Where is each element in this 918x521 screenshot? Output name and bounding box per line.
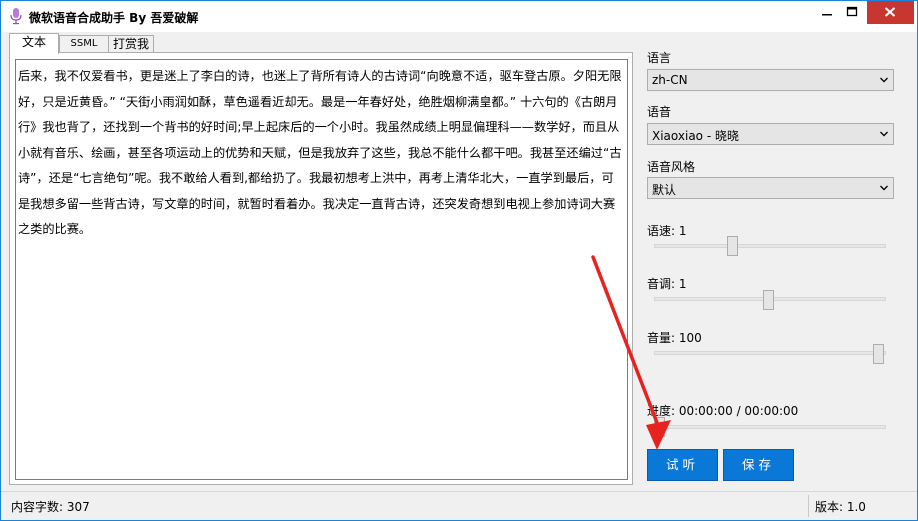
app-window: 微软语音合成助手 By 吾爱破解 文本 SSML 打赏我 后来，我不仅爱看书，更… xyxy=(0,0,918,521)
voice-label: 语音 xyxy=(647,105,672,119)
version-label: 版本: 1.0 xyxy=(815,500,866,514)
listen-button[interactable]: 试听 xyxy=(647,449,718,481)
rate-slider-thumb[interactable] xyxy=(727,236,739,256)
pitch-label: 音调: 1 xyxy=(647,277,687,291)
pitch-slider-thumb[interactable] xyxy=(762,290,774,310)
tab-ssml[interactable]: SSML xyxy=(59,35,109,53)
maximize-icon xyxy=(846,6,858,17)
progress-slider-track[interactable] xyxy=(654,425,886,429)
chevron-down-icon xyxy=(880,185,888,191)
progress-label: 进度: 00:00:00 / 00:00:00 xyxy=(647,404,799,418)
titlebar[interactable]: 微软语音合成助手 By 吾爱破解 xyxy=(1,1,917,32)
style-label: 语音风格 xyxy=(647,160,696,174)
voice-select[interactable]: Xiaoxiao - 晓晓 xyxy=(647,123,894,145)
save-button[interactable]: 保存 xyxy=(723,449,794,481)
volume-slider-track[interactable] xyxy=(654,351,886,355)
chevron-down-icon xyxy=(880,77,888,83)
progress-slider-thumb[interactable] xyxy=(654,417,665,437)
window-title: 微软语音合成助手 By 吾爱破解 xyxy=(29,11,199,25)
tab-reward[interactable]: 打赏我 xyxy=(108,35,154,53)
minimize-icon xyxy=(822,14,832,16)
language-label: 语言 xyxy=(647,51,672,65)
language-select[interactable]: zh-CN xyxy=(647,69,894,91)
tab-text[interactable]: 文本 xyxy=(9,33,59,54)
close-icon xyxy=(884,7,896,17)
voice-value: Xiaoxiao - 晓晓 xyxy=(652,129,739,143)
maximize-button[interactable] xyxy=(839,1,866,24)
chevron-down-icon xyxy=(880,131,888,137)
text-input[interactable]: 后来，我不仅爱看书，更是迷上了李白的诗，也迷上了背所有诗人的古诗词“向晚意不适，… xyxy=(15,59,628,480)
status-divider xyxy=(808,495,809,517)
style-value: 默认 xyxy=(652,183,677,197)
volume-label: 音量: 100 xyxy=(647,331,702,345)
char-count: 内容字数: 307 xyxy=(11,500,90,514)
volume-slider-thumb[interactable] xyxy=(873,344,884,364)
language-value: zh-CN xyxy=(652,73,688,87)
close-button[interactable] xyxy=(867,1,914,24)
rate-slider-track[interactable] xyxy=(654,244,886,248)
tab-panel: 后来，我不仅爱看书，更是迷上了李白的诗，也迷上了背所有诗人的古诗词“向晚意不适，… xyxy=(9,52,633,485)
minimize-button[interactable] xyxy=(813,1,841,24)
microphone-icon xyxy=(10,8,22,25)
status-bar: 内容字数: 307 版本: 1.0 xyxy=(1,491,917,520)
style-select[interactable]: 默认 xyxy=(647,177,894,199)
rate-label: 语速: 1 xyxy=(647,224,687,238)
